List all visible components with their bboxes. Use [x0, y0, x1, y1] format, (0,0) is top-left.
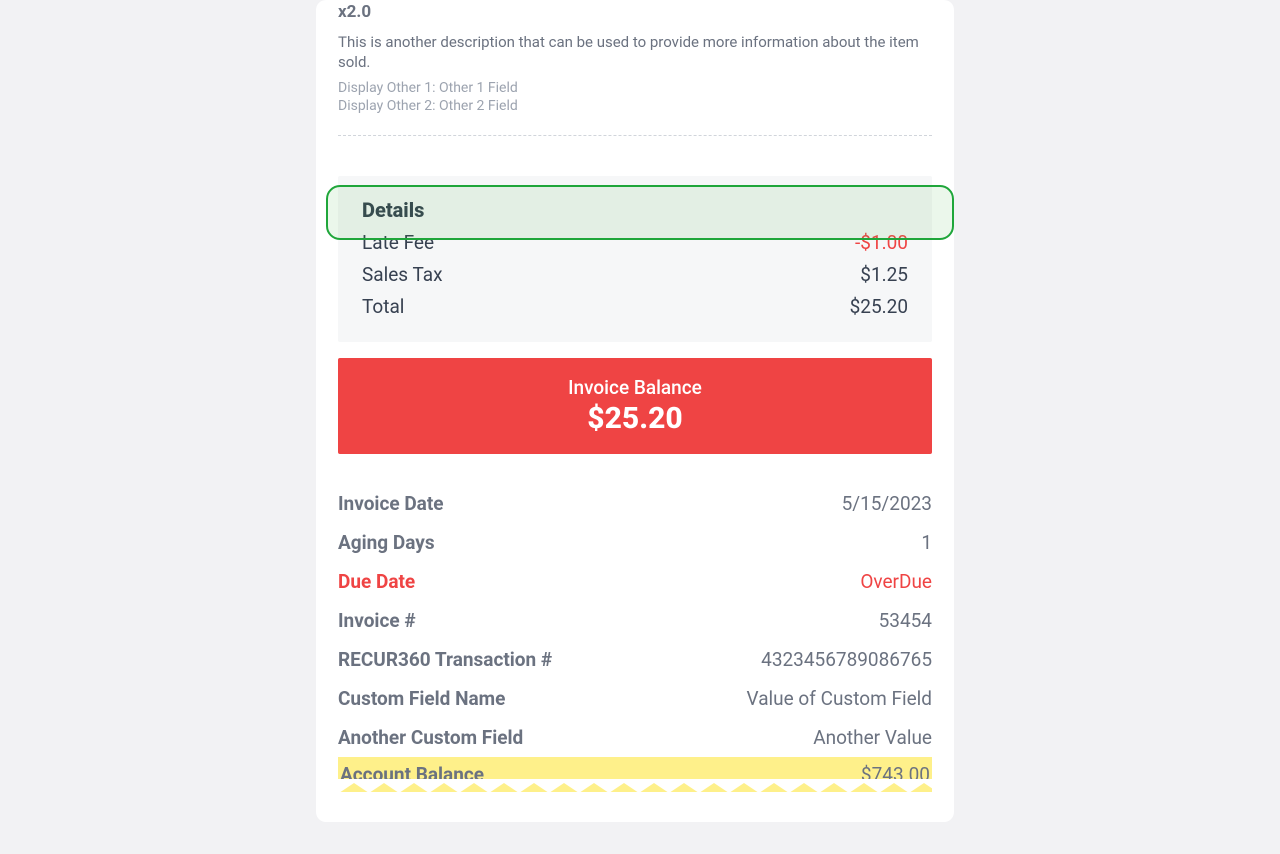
row-invoice-date: Invoice Date 5/15/2023: [338, 484, 932, 523]
row-due-date: Due Date OverDue: [338, 562, 932, 601]
line-item-description: This is another description that can be …: [338, 32, 932, 73]
late-fee-label: Late Fee: [362, 231, 434, 254]
transaction-number-value: 4323456789086765: [761, 648, 932, 671]
row-custom-field-2: Another Custom Field Another Value: [338, 718, 932, 757]
row-invoice-number: Invoice # 53454: [338, 601, 932, 640]
due-date-value: OverDue: [860, 570, 932, 593]
row-account-balance: Account Balance $743.00: [338, 757, 932, 792]
line-item-block: x2.0 This is another description that ca…: [316, 2, 954, 136]
display-other-1: Display Other 1: Other 1 Field: [338, 79, 932, 97]
custom-field-2-label: Another Custom Field: [338, 726, 523, 749]
row-transaction-number: RECUR360 Transaction # 4323456789086765: [338, 640, 932, 679]
aging-days-label: Aging Days: [338, 531, 435, 554]
custom-field-1-value: Value of Custom Field: [747, 687, 932, 710]
invoice-balance-banner: Invoice Balance $25.20: [338, 358, 932, 454]
line-item-other-fields: Display Other 1: Other 1 Field Display O…: [338, 79, 932, 115]
aging-days-value: 1: [921, 531, 932, 554]
row-total: Total $25.20: [362, 295, 908, 318]
invoice-balance-label: Invoice Balance: [338, 376, 932, 399]
custom-field-1-label: Custom Field Name: [338, 687, 505, 710]
transaction-number-label: RECUR360 Transaction #: [338, 648, 552, 671]
details-title: Details: [362, 198, 908, 222]
details-box: Details Late Fee -$1.00 Sales Tax $1.25 …: [338, 176, 932, 342]
invoice-metadata: Invoice Date 5/15/2023 Aging Days 1 Due …: [338, 484, 932, 792]
total-label: Total: [362, 295, 404, 318]
custom-field-2-value: Another Value: [813, 726, 932, 749]
row-late-fee: Late Fee -$1.00: [362, 231, 908, 254]
display-other-2: Display Other 2: Other 2 Field: [338, 97, 932, 115]
sales-tax-label: Sales Tax: [362, 263, 443, 286]
line-item-quantity: x2.0: [338, 2, 932, 22]
account-balance-value: $743.00: [861, 763, 930, 786]
invoice-balance-amount: $25.20: [338, 401, 932, 436]
invoice-date-value: 5/15/2023: [842, 492, 932, 515]
account-balance-label: Account Balance: [340, 763, 484, 786]
invoice-date-label: Invoice Date: [338, 492, 444, 515]
invoice-number-label: Invoice #: [338, 609, 416, 632]
invoice-number-value: 53454: [879, 609, 932, 632]
sales-tax-value: $1.25: [860, 263, 908, 286]
row-aging-days: Aging Days 1: [338, 523, 932, 562]
total-value: $25.20: [850, 295, 908, 318]
divider: [338, 135, 932, 136]
late-fee-value: -$1.00: [855, 231, 908, 254]
row-custom-field-1: Custom Field Name Value of Custom Field: [338, 679, 932, 718]
due-date-label: Due Date: [338, 570, 415, 593]
row-sales-tax: Sales Tax $1.25: [362, 263, 908, 286]
invoice-receipt: x2.0 This is another description that ca…: [316, 0, 954, 822]
